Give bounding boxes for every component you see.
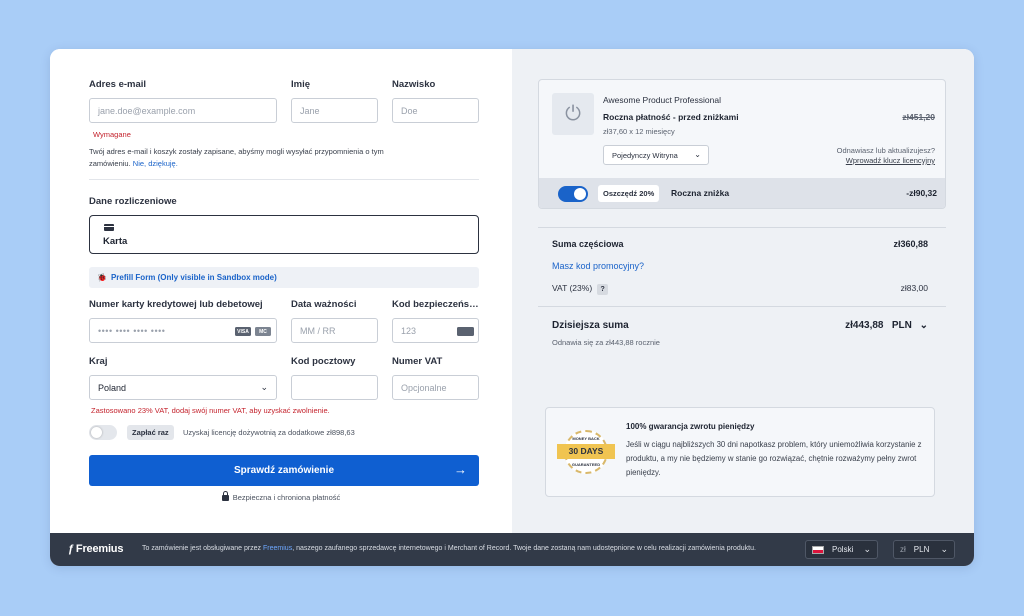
poland-flag-icon	[812, 545, 824, 554]
credit-card-icon	[104, 224, 114, 231]
first-name-label: Imię	[291, 79, 311, 90]
checkout-form: Adres e-mail jane.doe@example.com Imię J…	[50, 49, 512, 533]
order-summary: ⏻ Awesome Product Professional Roczna pł…	[512, 49, 974, 533]
vat-number-label: Numer VAT	[392, 356, 443, 367]
cart-saved-note: Twój adres e-mail i koszyk zostały zapis…	[89, 147, 384, 156]
lifetime-license-toggle[interactable]	[89, 425, 117, 440]
checkout-card: Adres e-mail jane.doe@example.com Imię J…	[50, 49, 974, 566]
no-thanks-link[interactable]: Nie, dziękuję.	[133, 159, 178, 168]
last-name-field[interactable]: Doe	[392, 98, 479, 123]
divider	[538, 227, 946, 228]
lifetime-license-text: Uzyskaj licencję dożywotnią za dodatkowe…	[183, 428, 355, 437]
annual-discount-row: Oszczędź 20% Roczna zniżka -zł90,32	[539, 178, 945, 208]
guarantee-title: 100% gwarancja zwrotu pieniędzy	[626, 422, 755, 431]
product-name: Awesome Product Professional	[603, 95, 721, 105]
vat-applied-note: Zastosowano 23% VAT, dodaj swój numer VA…	[91, 406, 330, 415]
country-label: Kraj	[89, 356, 108, 367]
postal-code-label: Kod pocztowy	[291, 356, 356, 367]
review-order-label: Sprawdź zamówienie	[233, 465, 335, 476]
help-icon[interactable]: ?	[597, 284, 609, 295]
first-name-field[interactable]: Jane	[291, 98, 378, 123]
footer-currency-select[interactable]: zł PLN ⌄	[893, 540, 955, 559]
discount-label: Roczna zniżka	[671, 188, 730, 198]
subtotal-value: zł360,88	[893, 239, 928, 249]
email-required-error: Wymagane	[93, 130, 131, 139]
lock-icon	[221, 491, 229, 501]
prefill-label: Prefill Form (Only visible in Sandbox mo…	[110, 273, 277, 282]
divider	[89, 179, 479, 180]
email-label: Adres e-mail	[89, 79, 147, 90]
badge-bottom-text: GUARANTEED	[571, 462, 601, 467]
card-number-label: Numer karty kredytowej lub debetowej	[89, 299, 263, 310]
plan-name: Roczna płatność - przed zniżkami	[603, 112, 739, 122]
vat-value: zł83,00	[900, 283, 928, 293]
old-price: zł451,20	[902, 112, 935, 122]
freemius-link[interactable]: Freemius	[263, 545, 292, 552]
cart-saved-note-line2: zamówieniu. Nie, dziękuję.	[89, 159, 178, 168]
cvc-field[interactable]: 123	[392, 318, 479, 343]
chevron-down-icon: ⌄	[940, 544, 948, 554]
prefill-form-button[interactable]: 🐞 Prefill Form (Only visible in Sandbox …	[89, 267, 479, 288]
product-card: ⏻ Awesome Product Professional Roczna pł…	[538, 79, 946, 209]
badge-top-text: MONEY BACK	[572, 436, 600, 441]
pay-once-chip: Zapłać raz	[127, 425, 174, 440]
badge-days-text: 30 DAYS	[557, 444, 615, 459]
guarantee-body: Jeśli w ciągu najbliższych 30 dni napotk…	[626, 440, 922, 477]
total-label: Dzisiejsza suma	[552, 320, 629, 331]
chevron-down-icon: ⌄	[863, 544, 871, 554]
billing-heading: Dane rozliczeniowe	[89, 196, 177, 207]
freemius-logo: ƒ Freemius	[68, 543, 124, 555]
bug-icon: 🐞	[97, 273, 107, 282]
money-back-guarantee: MONEY BACK 30 DAYS GUARANTEED 100% gwara…	[545, 407, 935, 497]
email-field[interactable]: jane.doe@example.com	[89, 98, 277, 123]
license-select[interactable]: Pojedynczy Witryna ⌄	[603, 145, 709, 165]
freemius-logo-icon: ƒ	[68, 543, 74, 555]
enter-license-key-link[interactable]: Wprowadź klucz licencyjny	[846, 156, 935, 165]
annual-discount-toggle[interactable]	[558, 186, 588, 202]
footer: ƒ Freemius To zamówienie jest obsługiwane…	[50, 533, 974, 566]
renew-note: Odnawia się za zł443,88 rocznie	[552, 338, 660, 347]
last-name-label: Nazwisko	[392, 79, 436, 90]
cvc-label: Kod bezpieczeńs…	[392, 299, 479, 310]
save-percent-chip: Oszczędź 20%	[598, 185, 660, 202]
payment-method-card[interactable]: Karta	[89, 215, 479, 254]
secure-payment-note: Bezpieczna i chroniona płatność	[50, 491, 512, 502]
plan-detail: zł37,60 x 12 miesięcy	[603, 127, 675, 136]
total-value: zł443,88	[845, 320, 884, 331]
merchant-note: To zamówienie jest obsługiwane przez Fre…	[142, 545, 756, 552]
chevron-down-icon: ⌄	[260, 382, 268, 392]
subtotal-label: Suma częściowa	[552, 239, 624, 249]
vat-row-label: VAT (23%)?	[552, 283, 609, 295]
total-value-row: zł443,88 PLN ⌄	[845, 320, 928, 331]
payment-method-label: Karta	[103, 236, 128, 247]
plug-icon: ⏻	[552, 93, 594, 135]
cvc-card-icon	[457, 327, 474, 336]
country-select[interactable]: Poland ⌄	[89, 375, 277, 400]
review-order-button[interactable]: Sprawdź zamówienie →	[89, 455, 479, 486]
vat-number-field[interactable]: Opcjonalne	[392, 375, 479, 400]
discount-value: -zł90,32	[906, 188, 937, 198]
promo-code-link[interactable]: Masz kod promocyjny?	[552, 261, 644, 271]
mastercard-icon: MC	[255, 327, 271, 336]
language-select[interactable]: Polski ⌄	[805, 540, 878, 559]
renew-question: Odnawiasz lub aktualizujesz?	[836, 146, 935, 155]
card-number-field[interactable]: •••• •••• •••• •••• VISA MC	[89, 318, 277, 343]
expiry-field[interactable]: MM / RR	[291, 318, 378, 343]
postal-code-field[interactable]	[291, 375, 378, 400]
chevron-down-icon: ⌄	[919, 320, 928, 331]
currency-select[interactable]: PLN	[892, 320, 912, 331]
arrow-right-icon: →	[454, 462, 467, 477]
money-back-badge-icon: MONEY BACK 30 DAYS GUARANTEED	[557, 430, 615, 480]
visa-icon: VISA	[235, 327, 251, 336]
divider	[538, 306, 946, 307]
expiry-label: Data ważności	[291, 299, 357, 310]
chevron-down-icon: ⌄	[694, 150, 701, 159]
